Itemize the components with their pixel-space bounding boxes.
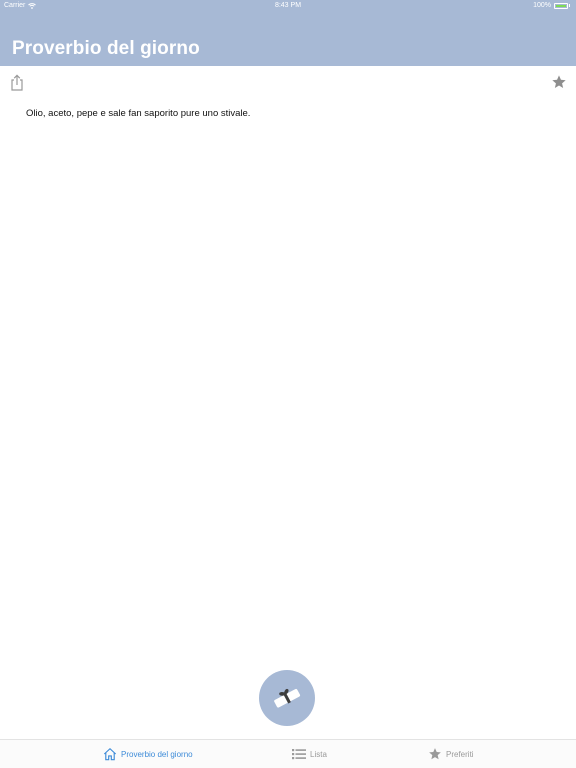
favorite-button[interactable] — [551, 74, 567, 90]
proverb-text: Olio, aceto, pepe e sale fan saporito pu… — [26, 108, 251, 119]
tab-lista[interactable]: Lista — [292, 740, 327, 768]
tab-label: Preferiti — [446, 749, 474, 759]
page-title: Proverbio del giorno — [12, 38, 200, 59]
tab-proverbio-del-giorno[interactable]: Proverbio del giorno — [103, 740, 193, 768]
home-icon — [103, 747, 117, 761]
status-battery: 100% — [533, 2, 570, 9]
tab-label: Lista — [310, 749, 327, 759]
share-button[interactable] — [9, 74, 25, 92]
tab-preferiti[interactable]: Preferiti — [428, 740, 474, 768]
battery-fill — [556, 4, 566, 7]
tab-label: Proverbio del giorno — [121, 749, 193, 759]
status-time: 8:43 PM — [274, 2, 302, 9]
random-proverb-button[interactable] — [259, 670, 315, 726]
tab-bar: Proverbio del giorno Lista Preferiti — [0, 739, 576, 768]
star-icon — [552, 75, 566, 88]
battery-percent: 100% — [533, 2, 551, 9]
battery-tip — [569, 4, 570, 7]
battery-icon — [554, 2, 568, 9]
scroll-icon — [274, 688, 301, 708]
share-icon — [11, 74, 23, 91]
star-icon — [429, 748, 441, 760]
list-icon — [292, 749, 306, 760]
status-bar: Carrier 8:43 PM 100% — [0, 0, 576, 12]
navigation-header: Carrier 8:43 PM 100% Proverbio del giorn… — [0, 0, 576, 66]
